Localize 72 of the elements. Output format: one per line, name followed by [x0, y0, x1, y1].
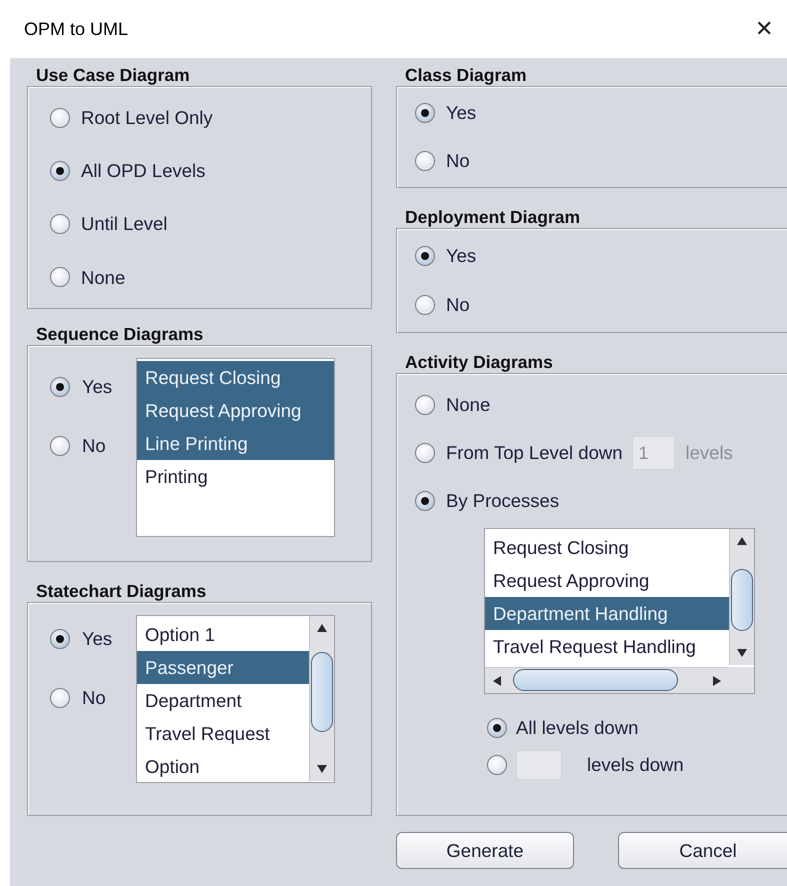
radio-label[interactable]: None [81, 264, 126, 292]
horizontal-scrollbar[interactable] [485, 667, 729, 693]
scroll-thumb[interactable] [731, 569, 753, 631]
list-box[interactable]: Request Closing Request Approving Department Handling Travel Request Handling [484, 528, 755, 694]
radio-button[interactable] [415, 295, 435, 316]
list-item[interactable]: Option 1 [137, 618, 309, 651]
radio-label[interactable]: None [446, 391, 490, 419]
radio-label[interactable]: Yes [446, 99, 476, 127]
radio-label[interactable]: All OPD Levels [81, 157, 206, 185]
scrollbar[interactable] [309, 616, 334, 781]
list-item[interactable]: Department Handling [485, 597, 729, 630]
scroll-down-arrow-icon[interactable] [736, 647, 748, 659]
radio-button[interactable] [50, 214, 70, 234]
scroll-left-arrow-icon[interactable] [491, 674, 503, 686]
list-item[interactable]: Request Approving [485, 564, 729, 597]
radio-button[interactable] [415, 103, 435, 123]
scroll-up-arrow-icon[interactable] [736, 535, 748, 547]
unit-label: levels [686, 441, 733, 466]
radio-label[interactable]: No [82, 684, 106, 712]
scroll-thumb[interactable] [513, 669, 678, 691]
radio-label[interactable]: No [446, 147, 470, 175]
list-item[interactable]: Travel Request Handling [485, 630, 729, 663]
radio-label[interactable]: No [446, 291, 470, 320]
radio-label[interactable]: Yes [446, 242, 476, 270]
list-item[interactable]: Printing [137, 460, 334, 493]
section-title: Class Diagram [405, 64, 528, 86]
radio-button[interactable] [50, 688, 70, 708]
section-title: Deployment Diagram [405, 206, 582, 228]
section-title: Activity Diagrams [405, 351, 554, 373]
scroll-right-arrow-icon[interactable] [711, 674, 723, 686]
list-item[interactable]: Department [137, 684, 309, 717]
section-title: Statechart Diagrams [36, 580, 208, 602]
list-item[interactable]: Option [137, 750, 309, 782]
dialog-button[interactable]: Cancel [618, 832, 787, 869]
scroll-down-arrow-icon[interactable] [316, 763, 328, 775]
scroll-thumb[interactable] [311, 652, 333, 732]
radio-button[interactable] [487, 754, 507, 775]
list-box[interactable]: Option 1 Passenger Department Travel Request Option [136, 615, 335, 783]
radio-label[interactable]: Yes [82, 373, 112, 401]
close-button[interactable]: ✕ [749, 18, 779, 40]
list-item[interactable]: Request Approving [137, 394, 334, 427]
window-title: OPM to UML [24, 18, 128, 40]
radio-button[interactable] [415, 491, 435, 511]
radio-button[interactable] [415, 395, 435, 415]
unit-label: levels down [587, 752, 684, 777]
radio-button[interactable] [50, 436, 70, 456]
radio-label[interactable]: Yes [82, 625, 112, 653]
list-box[interactable]: Request Closing Request Approving Line Printing Printing [136, 358, 335, 537]
radio-button[interactable] [50, 108, 70, 128]
radio-label[interactable]: Root Level Only [81, 104, 213, 132]
scrollbar-corner [729, 667, 754, 693]
list-item[interactable]: Travel Request [137, 717, 309, 750]
list-item[interactable]: Request Closing [137, 361, 334, 394]
radio-button[interactable] [415, 151, 435, 171]
radio-button[interactable] [487, 718, 507, 738]
list-item[interactable]: Request Closing [485, 531, 729, 564]
radio-button[interactable] [50, 628, 70, 649]
radio-button[interactable] [50, 267, 70, 288]
section-title: Use Case Diagram [36, 64, 191, 86]
list-item[interactable]: Line Printing [137, 427, 334, 460]
radio-label[interactable]: By Processes [446, 487, 560, 515]
dialog-button[interactable]: Generate [396, 832, 574, 869]
radio-button[interactable] [50, 160, 70, 181]
radio-button[interactable] [415, 246, 435, 266]
radio-label[interactable]: All levels down [516, 714, 638, 742]
radio-button[interactable] [50, 376, 70, 397]
list-item[interactable]: Passenger [137, 651, 309, 684]
radio-label[interactable]: Until Level [81, 210, 168, 238]
section-title: Sequence Diagrams [36, 323, 204, 345]
radio-label[interactable]: No [82, 432, 106, 460]
scroll-up-arrow-icon[interactable] [316, 622, 328, 634]
scrollbar[interactable] [729, 529, 754, 665]
